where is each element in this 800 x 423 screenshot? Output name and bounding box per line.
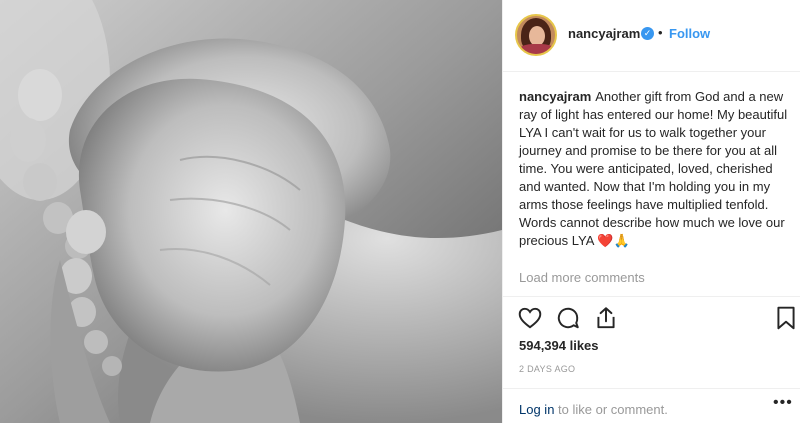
login-prompt: Log in to like or comment. xyxy=(519,402,668,417)
post-caption: nancyajram Another gift from God and a ne… xyxy=(519,88,797,250)
action-bar xyxy=(503,296,800,340)
caption-text-2: Words cannot describe how much we love o… xyxy=(519,215,785,248)
more-options-icon[interactable]: ••• xyxy=(773,394,793,412)
baby-feet-photo xyxy=(0,0,502,423)
caption-text: Another gift from God and a new ray of l… xyxy=(519,89,788,212)
comment-icon[interactable] xyxy=(555,305,581,331)
post-side-panel: nancyajram ✓ • Follow nancyajram Another … xyxy=(502,0,800,423)
login-suffix-text: to like or comment. xyxy=(554,402,668,417)
login-link[interactable]: Log in xyxy=(519,402,554,417)
follow-button[interactable]: Follow xyxy=(669,26,710,41)
separator-dot: • xyxy=(658,25,663,40)
post-photo xyxy=(0,0,502,423)
bookmark-icon[interactable] xyxy=(773,305,799,331)
caption-username-link[interactable]: nancyajram xyxy=(519,89,591,104)
share-icon[interactable] xyxy=(593,305,619,331)
avatar[interactable] xyxy=(515,14,557,56)
likes-count[interactable]: 594,394 likes xyxy=(519,338,599,353)
username-link[interactable]: nancyajram xyxy=(568,26,640,41)
load-more-comments-link[interactable]: Load more comments xyxy=(519,270,645,285)
post-header: nancyajram ✓ • Follow xyxy=(503,0,800,72)
post-timestamp[interactable]: 2 DAYS AGO xyxy=(519,364,575,374)
heart-icon[interactable] xyxy=(517,305,543,331)
verified-badge-icon: ✓ xyxy=(641,27,654,40)
post-footer: Log in to like or comment. ••• xyxy=(503,388,800,423)
